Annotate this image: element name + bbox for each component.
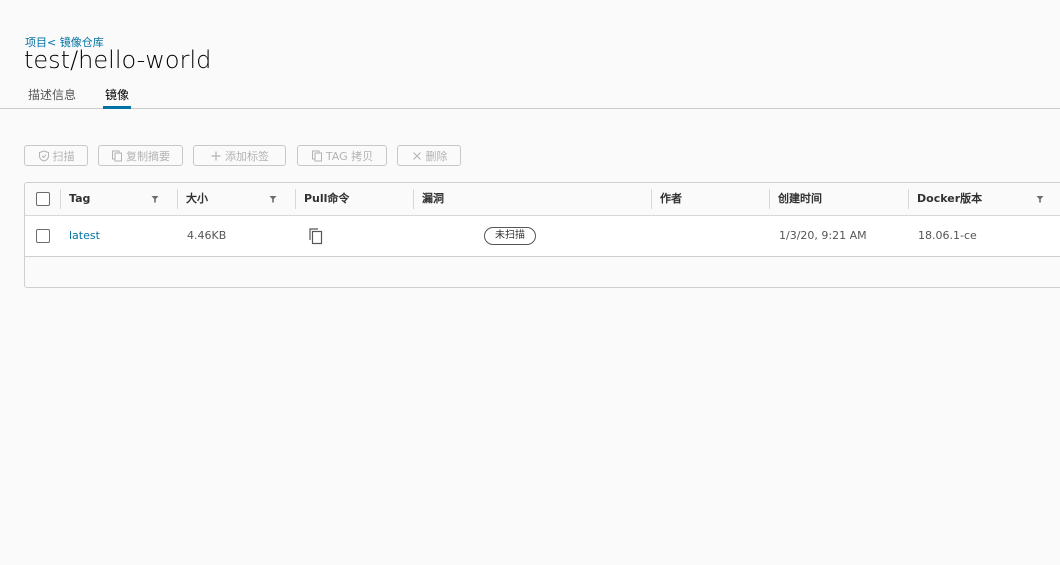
copy-pull-command-icon[interactable]: [306, 226, 326, 246]
tab-bar: 描述信息 镜像: [0, 86, 1060, 109]
column-header-author-label: 作者: [660, 192, 682, 205]
tab-images[interactable]: 镜像: [102, 86, 132, 109]
select-all-checkbox[interactable]: [36, 192, 50, 206]
tab-description[interactable]: 描述信息: [28, 86, 76, 108]
column-header-docker-label: Docker版本: [917, 192, 983, 205]
row-select-checkbox[interactable]: [36, 229, 50, 243]
copy-icon: [311, 150, 323, 162]
tag-copy-label: TAG 拷贝: [325, 149, 374, 163]
table-header: Tag 大小 Pull命令 漏洞 作者 创建时间 Docker版本: [25, 183, 1060, 216]
plus-icon: [210, 150, 222, 162]
page-title: test/hello-world: [24, 46, 212, 74]
shield-icon: [38, 149, 50, 162]
column-header-author[interactable]: 作者: [651, 183, 769, 215]
table-row[interactable]: latest 4.46KB 未扫描 1/3/20, 9:21 AM 18.06.…: [25, 216, 1060, 257]
copy-digest-button[interactable]: 复制摘要: [98, 145, 183, 166]
column-header-vulnerability[interactable]: 漏洞: [413, 183, 651, 215]
delete-button[interactable]: 删除: [397, 145, 461, 166]
size-cell: 4.46KB: [187, 229, 227, 242]
column-header-vulnerability-label: 漏洞: [422, 192, 444, 205]
delete-label: 删除: [425, 149, 448, 163]
column-header-created[interactable]: 创建时间: [769, 183, 907, 215]
tag-copy-button[interactable]: TAG 拷贝: [297, 145, 387, 166]
docker-version-cell: 18.06.1-ce: [918, 229, 977, 242]
copy-icon: [111, 150, 123, 162]
scan-button[interactable]: 扫描: [24, 145, 88, 166]
add-label-button[interactable]: 添加标签: [193, 145, 286, 166]
close-icon: [411, 150, 423, 162]
column-header-created-label: 创建时间: [778, 192, 822, 205]
filter-icon[interactable]: [1034, 193, 1046, 205]
column-header-pull-command[interactable]: Pull命令: [295, 183, 413, 215]
add-label-label: 添加标签: [225, 149, 269, 163]
column-header-pull-label: Pull命令: [304, 192, 350, 205]
table-footer: [25, 257, 1060, 287]
filter-icon[interactable]: [267, 193, 279, 205]
column-header-size-label: 大小: [186, 192, 208, 205]
image-table: Tag 大小 Pull命令 漏洞 作者 创建时间 Docker版本 latest…: [24, 182, 1060, 288]
created-cell: 1/3/20, 9:21 AM: [779, 229, 867, 242]
filter-icon[interactable]: [149, 193, 161, 205]
scan-label: 扫描: [52, 149, 75, 163]
tag-link[interactable]: latest: [69, 216, 100, 256]
column-header-tag-label: Tag: [69, 192, 91, 205]
status-badge: 未扫描: [484, 227, 536, 245]
copy-digest-label: 复制摘要: [126, 149, 170, 163]
